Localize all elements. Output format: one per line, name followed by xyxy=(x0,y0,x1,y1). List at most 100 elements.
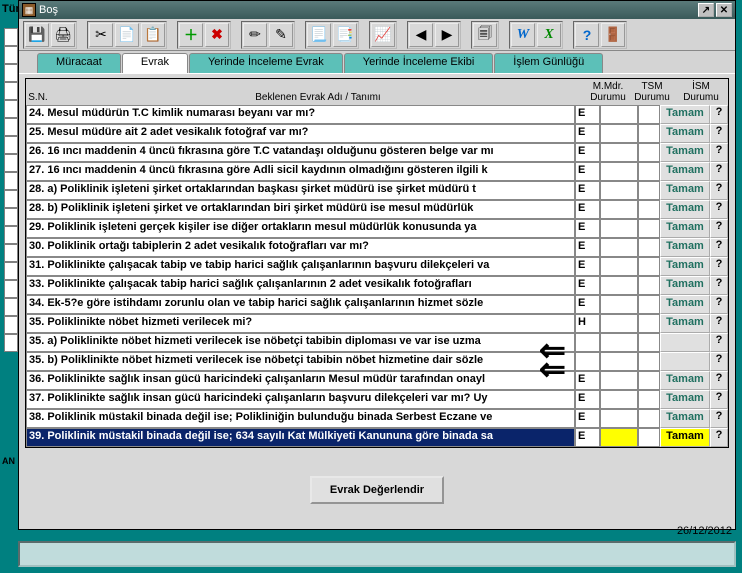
row-tsm-status[interactable] xyxy=(600,295,638,314)
row-ism-status[interactable] xyxy=(638,352,660,371)
row-help-button[interactable]: ? xyxy=(710,257,728,276)
excel-button[interactable]: X xyxy=(537,23,561,47)
row-action-button[interactable]: Tamam xyxy=(660,390,710,409)
tab-yerinde-evrak[interactable]: Yerinde İnceleme Evrak xyxy=(189,53,343,73)
table-row[interactable]: 35. Poliklinikte nöbet hizmeti verilecek… xyxy=(26,314,728,333)
next-button[interactable]: ▶ xyxy=(435,23,459,47)
row-tsm-status[interactable] xyxy=(600,162,638,181)
row-tsm-status[interactable] xyxy=(600,390,638,409)
row-tsm-status[interactable] xyxy=(600,200,638,219)
evaluate-button[interactable]: Evrak Değerlendir xyxy=(310,476,444,504)
row-action-button[interactable]: Tamam xyxy=(660,276,710,295)
row-ism-status[interactable] xyxy=(638,371,660,390)
tab-islem[interactable]: İşlem Günlüğü xyxy=(494,53,603,73)
table-row[interactable]: 38. Poliklinik müstakil binada değil ise… xyxy=(26,409,728,428)
row-mmdr-status[interactable]: E xyxy=(575,219,600,238)
row-mmdr-status[interactable]: E xyxy=(575,200,600,219)
tab-yerinde-ekibi[interactable]: Yerinde İnceleme Ekibi xyxy=(344,53,494,73)
row-help-button[interactable]: ? xyxy=(710,409,728,428)
row-ism-status[interactable] xyxy=(638,428,660,447)
tab-evrak[interactable]: Evrak xyxy=(122,53,188,73)
copy-button[interactable]: 📄 xyxy=(115,23,139,47)
table-row[interactable]: 37. Poliklinikte sağlık insan gücü haric… xyxy=(26,390,728,409)
row-help-button[interactable]: ? xyxy=(710,219,728,238)
row-help-button[interactable]: ? xyxy=(710,428,728,447)
row-tsm-status[interactable] xyxy=(600,352,638,371)
row-help-button[interactable]: ? xyxy=(710,105,728,124)
row-mmdr-status[interactable]: E xyxy=(575,257,600,276)
row-help-button[interactable]: ? xyxy=(710,333,728,352)
row-action-button[interactable]: Tamam xyxy=(660,181,710,200)
row-tsm-status[interactable] xyxy=(600,428,638,447)
row-ism-status[interactable] xyxy=(638,200,660,219)
row-help-button[interactable]: ? xyxy=(710,238,728,257)
row-mmdr-status[interactable]: E xyxy=(575,409,600,428)
row-action-button[interactable] xyxy=(660,352,710,371)
table-row[interactable]: 29. Poliklinik işleteni gerçek kişiler i… xyxy=(26,219,728,238)
row-ism-status[interactable] xyxy=(638,409,660,428)
edit-button[interactable]: ✏ xyxy=(243,23,267,47)
row-tsm-status[interactable] xyxy=(600,238,638,257)
row-tsm-status[interactable] xyxy=(600,257,638,276)
doc-button-1[interactable]: 📃 xyxy=(307,23,331,47)
word-button[interactable]: W xyxy=(511,23,535,47)
row-ism-status[interactable] xyxy=(638,124,660,143)
save-button[interactable]: 💾 xyxy=(25,23,49,47)
table-row[interactable]: 27. 16 ıncı maddenin 4 üncü fıkrasına gö… xyxy=(26,162,728,181)
row-help-button[interactable]: ? xyxy=(710,200,728,219)
close-button[interactable]: ✕ xyxy=(716,3,732,17)
row-action-button[interactable]: Tamam xyxy=(660,295,710,314)
row-tsm-status[interactable] xyxy=(600,314,638,333)
row-mmdr-status[interactable]: E xyxy=(575,238,600,257)
row-ism-status[interactable] xyxy=(638,238,660,257)
print-button[interactable]: 🖨 xyxy=(51,23,75,47)
chart-button[interactable]: 📈 xyxy=(371,23,395,47)
row-mmdr-status[interactable]: E xyxy=(575,295,600,314)
row-mmdr-status[interactable]: E xyxy=(575,276,600,295)
row-help-button[interactable]: ? xyxy=(710,276,728,295)
row-mmdr-status[interactable]: E xyxy=(575,105,600,124)
table-row[interactable]: 36. Poliklinikte sağlık insan gücü haric… xyxy=(26,371,728,390)
row-ism-status[interactable] xyxy=(638,143,660,162)
row-tsm-status[interactable] xyxy=(600,181,638,200)
row-help-button[interactable]: ? xyxy=(710,314,728,333)
row-ism-status[interactable] xyxy=(638,105,660,124)
add-button[interactable]: ＋ xyxy=(179,23,203,47)
prev-button[interactable]: ◀ xyxy=(409,23,433,47)
row-help-button[interactable]: ? xyxy=(710,371,728,390)
row-action-button[interactable] xyxy=(660,333,710,352)
table-row[interactable]: 24. Mesul müdürün T.C kimlik numarası be… xyxy=(26,105,728,124)
row-ism-status[interactable] xyxy=(638,390,660,409)
row-ism-status[interactable] xyxy=(638,162,660,181)
row-mmdr-status[interactable] xyxy=(575,333,600,352)
table-row[interactable]: 31. Poliklinikte çalışacak tabip ve tabi… xyxy=(26,257,728,276)
refresh-button[interactable]: 🗐 xyxy=(473,23,497,47)
cancel-edit-button[interactable]: ✎ xyxy=(269,23,293,47)
exit-button[interactable]: 🚪 xyxy=(601,23,625,47)
row-tsm-status[interactable] xyxy=(600,143,638,162)
paste-button[interactable]: 📋 xyxy=(141,23,165,47)
row-mmdr-status[interactable]: E xyxy=(575,390,600,409)
row-action-button[interactable]: Tamam xyxy=(660,124,710,143)
row-action-button[interactable]: Tamam xyxy=(660,162,710,181)
table-row[interactable]: 25. Mesul müdüre ait 2 adet vesikalık fo… xyxy=(26,124,728,143)
table-row[interactable]: 33. Poliklinikte çalışacak tabip harici … xyxy=(26,276,728,295)
table-row[interactable]: 26. 16 ıncı maddenin 4 üncü fıkrasına gö… xyxy=(26,143,728,162)
table-row[interactable]: 28. a) Poliklinik işleteni şirket ortakl… xyxy=(26,181,728,200)
row-help-button[interactable]: ? xyxy=(710,124,728,143)
table-row[interactable]: 35. b) Poliklinikte nöbet hizmeti verile… xyxy=(26,352,728,371)
restore-button[interactable]: ↗ xyxy=(698,3,714,17)
row-action-button[interactable]: Tamam xyxy=(660,219,710,238)
row-help-button[interactable]: ? xyxy=(710,390,728,409)
row-action-button[interactable]: Tamam xyxy=(660,105,710,124)
row-mmdr-status[interactable]: E xyxy=(575,428,600,447)
cut-button[interactable]: ✂ xyxy=(89,23,113,47)
delete-button[interactable]: ✖ xyxy=(205,23,229,47)
row-help-button[interactable]: ? xyxy=(710,181,728,200)
row-help-button[interactable]: ? xyxy=(710,295,728,314)
row-mmdr-status[interactable]: E xyxy=(575,162,600,181)
row-mmdr-status[interactable]: H xyxy=(575,314,600,333)
row-action-button[interactable]: Tamam xyxy=(660,200,710,219)
row-help-button[interactable]: ? xyxy=(710,352,728,371)
row-ism-status[interactable] xyxy=(638,257,660,276)
